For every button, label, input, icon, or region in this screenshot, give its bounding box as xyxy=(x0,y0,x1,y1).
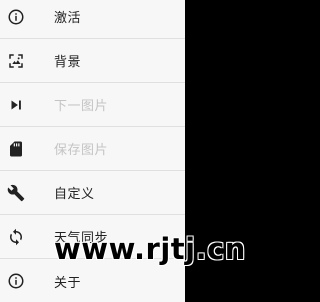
menu-item-label: 关于 xyxy=(54,275,82,291)
menu-item-customize[interactable]: 自定义 xyxy=(0,171,185,215)
info-icon xyxy=(7,272,25,290)
skip-next-icon xyxy=(7,96,25,114)
menu-item-next-image[interactable]: 下一图片 xyxy=(0,83,185,127)
menu-item-background[interactable]: 背景 xyxy=(0,39,185,83)
menu-item-label: 保存图片 xyxy=(54,143,109,158)
sync-icon xyxy=(7,228,25,246)
menu-item-label: 背景 xyxy=(54,55,82,70)
menu-item-label: 激活 xyxy=(54,11,82,26)
menu-item-weather-sync[interactable]: 天气同步 xyxy=(0,215,185,259)
menu-item-label: 下一图片 xyxy=(54,99,109,114)
wrench-icon xyxy=(7,184,25,202)
menu-item-label: 天气同步 xyxy=(54,231,109,246)
app-screen: 激活 背景 下一图片 保存图片 自定义 天气同步 关于 www.rjtj.cn xyxy=(0,0,290,302)
menu-item-activate[interactable]: 激活 xyxy=(0,0,185,39)
menu-item-label: 自定义 xyxy=(54,187,95,202)
info-icon xyxy=(7,8,25,26)
menu-item-save-image[interactable]: 保存图片 xyxy=(0,127,185,171)
navigation-drawer: 激活 背景 下一图片 保存图片 自定义 天气同步 关于 xyxy=(0,0,185,302)
sd-card-icon xyxy=(7,140,25,158)
wallpaper-icon xyxy=(7,52,25,70)
menu-item-about[interactable]: 关于 xyxy=(0,259,185,302)
